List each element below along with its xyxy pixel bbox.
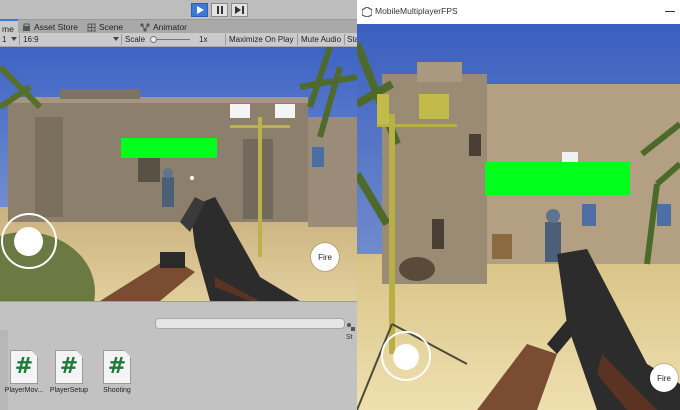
tab-animator[interactable]: Animator: [140, 20, 187, 34]
play-icon: [196, 6, 204, 14]
store-icon: [23, 23, 30, 31]
toolbar-divider: [121, 34, 122, 45]
editor-tab-bar: me Asset Store Scene Animator: [0, 19, 357, 36]
csharp-script-icon: #: [10, 350, 38, 384]
scale-slider-handle[interactable]: [150, 36, 157, 43]
asset-shooting[interactable]: # Shooting: [97, 350, 137, 394]
csharp-script-icon: #: [55, 350, 83, 384]
scene-icon: [87, 23, 96, 31]
tab-asset-store[interactable]: Asset Store: [22, 20, 78, 34]
mute-audio-toggle[interactable]: Mute Audio: [301, 33, 341, 46]
player-game-view[interactable]: Fire: [357, 24, 680, 410]
joystick-knob[interactable]: [393, 344, 419, 370]
game-scene: [0, 47, 357, 301]
maximize-on-play-toggle[interactable]: Maximize On Play: [229, 33, 293, 46]
tab-scene-label: Scene: [99, 22, 124, 32]
fire-button[interactable]: Fire: [311, 243, 339, 271]
tab-asset-store-label: Asset Store: [34, 22, 78, 32]
joystick-knob[interactable]: [14, 227, 43, 256]
play-controls-bar: [0, 0, 357, 19]
health-bar: [485, 162, 630, 195]
csharp-script-icon: #: [103, 350, 131, 384]
minimize-button[interactable]: [665, 11, 675, 12]
asset-name: Shooting: [103, 387, 131, 394]
pause-icon: [216, 6, 223, 14]
display-dropdown[interactable]: 1: [2, 33, 6, 46]
asset-name: PlayerMov...: [4, 387, 44, 394]
scale-value: 1x: [199, 35, 208, 44]
unity-editor: me Asset Store Scene Animator 1 16:9 Sca…: [0, 0, 357, 410]
aspect-dropdown[interactable]: 16:9: [23, 33, 39, 46]
filter-icon[interactable]: [346, 317, 356, 331]
tab-animator-label: Animator: [153, 22, 188, 32]
step-button[interactable]: [231, 3, 248, 17]
asset-player-setup[interactable]: # PlayerSetup: [49, 350, 89, 394]
toolbar-divider: [19, 34, 20, 45]
tab-scene[interactable]: Scene: [87, 20, 123, 34]
stats-toggle[interactable]: Sta: [347, 33, 357, 46]
fire-button-label: Fire: [657, 373, 671, 383]
animator-icon: [140, 22, 150, 32]
play-button[interactable]: [191, 3, 208, 17]
player-window: MobileMultiplayerFPS Fire: [357, 0, 680, 410]
window-title: MobileMultiplayerFPS: [375, 6, 458, 16]
toolbar-divider: [344, 34, 345, 45]
chevron-down-icon: [11, 37, 17, 41]
project-search-input[interactable]: [155, 318, 345, 329]
fire-button[interactable]: Fire: [650, 364, 678, 392]
chevron-down-icon: [113, 37, 119, 41]
scale-label: Scale: [125, 35, 146, 44]
step-icon: [235, 6, 244, 14]
fire-button-label: Fire: [318, 252, 332, 262]
toolbar-divider: [225, 34, 226, 45]
toolbar-divider: [297, 34, 298, 45]
asset-name: PlayerSetup: [49, 387, 89, 394]
health-bar: [121, 138, 217, 158]
side-label: St: [346, 334, 353, 341]
panel-divider: [0, 301, 357, 302]
editor-game-view[interactable]: Fire: [0, 47, 357, 301]
pause-button[interactable]: [211, 3, 228, 17]
game-view-toolbar: 1 16:9 Scale 1x Maximize On Play Mute Au…: [0, 33, 357, 47]
unity-logo-icon: [362, 7, 372, 17]
asset-player-movement[interactable]: # PlayerMov...: [4, 350, 44, 394]
player-title-bar: MobileMultiplayerFPS: [357, 0, 680, 24]
